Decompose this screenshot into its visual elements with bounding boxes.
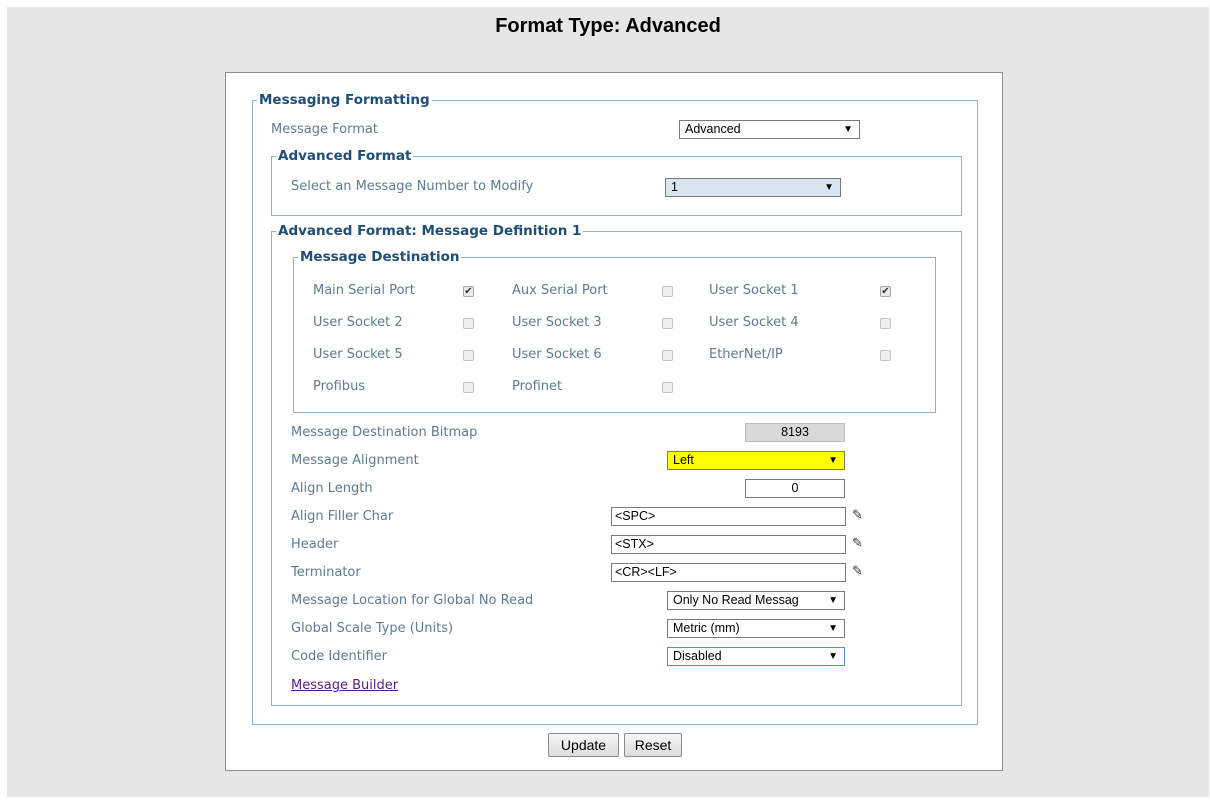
scale-type-label: Global Scale Type (Units) <box>291 621 454 636</box>
no-read-location-select[interactable]: Only No Read Messag ▼ <box>667 591 845 610</box>
alignment-value: Left <box>673 453 694 467</box>
dropdown-arrow-icon: ▼ <box>828 595 838 606</box>
scale-type-value: Metric (mm) <box>673 621 740 635</box>
destination-label-user-socket-4: User Socket 4 <box>709 315 799 330</box>
code-identifier-select[interactable]: Disabled ▼ <box>667 647 845 666</box>
advanced-format-legend: Advanced Format <box>278 148 412 164</box>
checkbox-ethernet-ip[interactable] <box>880 350 891 361</box>
message-format-value: Advanced <box>685 122 741 136</box>
message-number-value: 1 <box>671 180 678 194</box>
align-length-input[interactable]: 0 <box>745 479 845 498</box>
terminator-input[interactable]: <CR><LF> <box>611 563 846 582</box>
message-number-label: Select an Message Number to Modify <box>291 179 534 194</box>
destination-label-aux-serial-port: Aux Serial Port <box>512 283 608 298</box>
message-format-label: Message Format <box>271 122 378 137</box>
message-builder-link[interactable]: Message Builder <box>291 678 398 693</box>
dropdown-arrow-icon: ▼ <box>828 651 838 662</box>
checkbox-user-socket-5[interactable] <box>463 350 474 361</box>
code-identifier-label: Code Identifier <box>291 649 387 664</box>
destination-label-profibus: Profibus <box>313 379 366 394</box>
dropdown-arrow-icon: ▼ <box>843 124 853 135</box>
checkbox-profibus[interactable] <box>463 382 474 393</box>
destination-label-user-socket-6: User Socket 6 <box>512 347 602 362</box>
destination-label-ethernet-ip: EtherNet/IP <box>709 347 783 362</box>
message-destination-group: Message Destination <box>293 249 936 413</box>
filler-char-input[interactable]: <SPC> <box>611 507 846 526</box>
checkbox-user-socket-3[interactable] <box>662 318 673 329</box>
checkbox-user-socket-2[interactable] <box>463 318 474 329</box>
checkbox-profinet[interactable] <box>662 382 673 393</box>
alignment-select[interactable]: Left ▼ <box>667 451 845 470</box>
no-read-location-value: Only No Read Messag <box>673 593 799 607</box>
settings-panel: Messaging Formatting Message Format Adva… <box>225 72 1003 771</box>
pencil-edit-icon[interactable]: ✎ <box>852 537 866 551</box>
checkbox-main-serial-port[interactable]: ✔ <box>463 286 474 297</box>
dropdown-arrow-icon: ▼ <box>828 455 838 466</box>
no-read-location-label: Message Location for Global No Read <box>291 593 534 608</box>
bitmap-label: Message Destination Bitmap <box>291 425 478 440</box>
destination-label-profinet: Profinet <box>512 379 563 394</box>
checkbox-user-socket-4[interactable] <box>880 318 891 329</box>
page-title: Format Type: Advanced <box>495 15 721 37</box>
message-destination-legend: Message Destination <box>300 249 460 265</box>
message-number-select[interactable]: 1 ▼ <box>665 178 841 197</box>
checkbox-aux-serial-port[interactable] <box>662 286 673 297</box>
destination-label-user-socket-2: User Socket 2 <box>313 315 403 330</box>
update-button[interactable]: Update <box>548 733 619 757</box>
checkbox-user-socket-1[interactable]: ✔ <box>880 286 891 297</box>
pencil-edit-icon[interactable]: ✎ <box>852 565 866 579</box>
code-identifier-value: Disabled <box>673 649 722 663</box>
destination-label-user-socket-3: User Socket 3 <box>512 315 602 330</box>
terminator-label: Terminator <box>291 565 361 580</box>
scale-type-select[interactable]: Metric (mm) ▼ <box>667 619 845 638</box>
dropdown-arrow-icon: ▼ <box>828 623 838 634</box>
checkbox-user-socket-6[interactable] <box>662 350 673 361</box>
alignment-label: Message Alignment <box>291 453 419 468</box>
reset-button[interactable]: Reset <box>624 733 682 757</box>
message-format-select[interactable]: Advanced ▼ <box>679 120 860 139</box>
messaging-formatting-legend: Messaging Formatting <box>259 92 430 108</box>
destination-label-main-serial-port: Main Serial Port <box>313 283 415 298</box>
destination-label-user-socket-5: User Socket 5 <box>313 347 403 362</box>
bitmap-field: 8193 <box>745 423 845 442</box>
filler-char-label: Align Filler Char <box>291 509 394 524</box>
destination-label-user-socket-1: User Socket 1 <box>709 283 799 298</box>
header-input[interactable]: <STX> <box>611 535 846 554</box>
align-length-label: Align Length <box>291 481 373 496</box>
pencil-edit-icon[interactable]: ✎ <box>852 509 866 523</box>
header-label: Header <box>291 537 339 552</box>
message-definition-legend: Advanced Format: Message Definition 1 <box>278 223 582 239</box>
dropdown-arrow-icon: ▼ <box>824 182 834 193</box>
